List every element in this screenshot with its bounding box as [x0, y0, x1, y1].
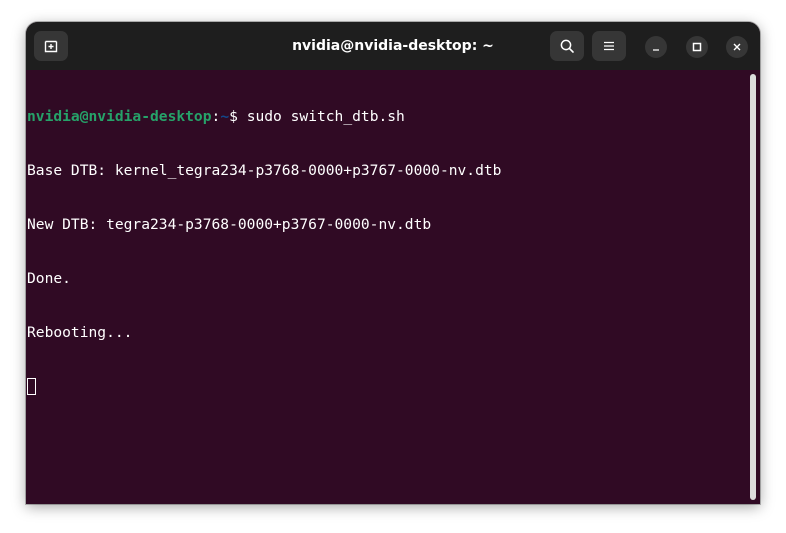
prompt-user: nvidia@nvidia-desktop — [27, 108, 212, 125]
maximize-icon — [692, 42, 702, 52]
output-line: Base DTB: kernel_tegra234-p3768-0000+p37… — [27, 162, 502, 179]
new-tab-icon — [44, 40, 58, 53]
scrollbar-thumb[interactable] — [750, 74, 756, 500]
cursor-line — [27, 378, 748, 396]
maximize-button[interactable] — [686, 36, 708, 58]
terminal-output-area[interactable]: nvidia@nvidia-desktop:~$ sudo switch_dtb… — [26, 70, 748, 504]
close-button[interactable] — [726, 36, 748, 58]
output-line: Rebooting... — [27, 324, 133, 341]
search-button[interactable] — [550, 31, 584, 61]
output-line: New DTB: tegra234-p3768-0000+p3767-0000-… — [27, 216, 432, 233]
menu-button[interactable] — [592, 31, 626, 61]
close-icon — [733, 43, 741, 51]
output-line: Done. — [27, 270, 71, 287]
command-text: sudo switch_dtb.sh — [246, 108, 405, 125]
prompt-symbol: $ — [229, 108, 247, 125]
prompt-separator: : — [211, 108, 221, 125]
scrollbar-track[interactable] — [748, 70, 760, 504]
minimize-icon — [653, 49, 659, 51]
hamburger-menu-icon — [604, 41, 614, 51]
prompt-path: ~ — [220, 108, 230, 125]
title-bar[interactable]: nvidia@nvidia-desktop: ~ — [26, 22, 760, 70]
search-icon — [560, 39, 574, 53]
new-tab-button[interactable] — [34, 31, 68, 61]
minimize-button[interactable] — [645, 36, 667, 58]
text-cursor — [27, 378, 36, 395]
terminal-window: nvidia@nvidia-desktop: ~ nvidia@nvidia-d… — [26, 22, 760, 504]
prompt-line: nvidia@nvidia-desktop:~$ sudo switch_dtb… — [27, 108, 748, 126]
window-title: nvidia@nvidia-desktop: ~ — [292, 38, 494, 54]
